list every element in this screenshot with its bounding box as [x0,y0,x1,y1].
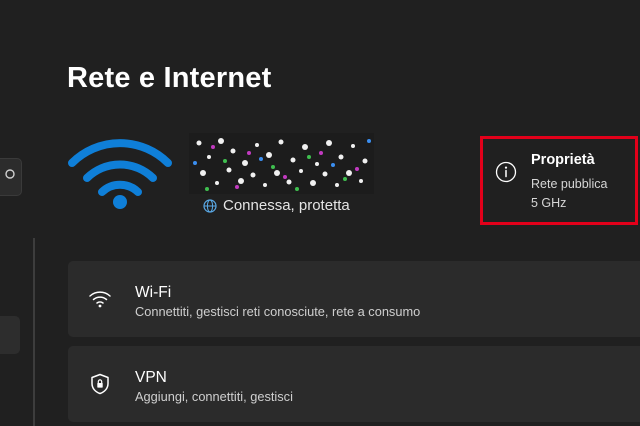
vpn-card-subtitle: Aggiungi, connettiti, gestisci [135,389,293,404]
connection-status: Connessa, protetta [203,197,350,214]
properties-title: Proprietà [531,152,595,168]
wifi-card-subtitle: Connettiti, gestisci reti conosciute, re… [135,304,421,319]
properties-button[interactable]: Proprietà Rete pubblica 5 GHz [480,136,638,225]
network-name-obscured [189,133,374,194]
wifi-large-icon [68,139,172,209]
info-icon [495,161,517,183]
connection-status-text: Connessa, protetta [223,197,350,214]
sidebar-search-box[interactable] [0,158,22,196]
search-icon [5,169,15,179]
sidebar-selected-item[interactable] [0,316,20,354]
settings-window: Rete e Internet Connessa, protetta Propr… [0,0,640,426]
vpn-card-title: VPN [135,369,167,386]
page-title: Rete e Internet [67,62,272,94]
wifi-card-title: Wi-Fi [135,284,172,301]
sidebar-scrollbar [33,238,35,426]
vpn-settings-card[interactable]: VPN Aggiungi, connettiti, gestisci [68,346,640,422]
shield-icon [91,373,109,395]
wifi-settings-card[interactable]: Wi-Fi Connettiti, gestisci reti conosciu… [68,261,640,337]
wifi-icon [89,291,111,308]
globe-icon [203,198,217,213]
network-type: Rete pubblica [531,177,608,191]
network-band: 5 GHz [531,196,567,210]
